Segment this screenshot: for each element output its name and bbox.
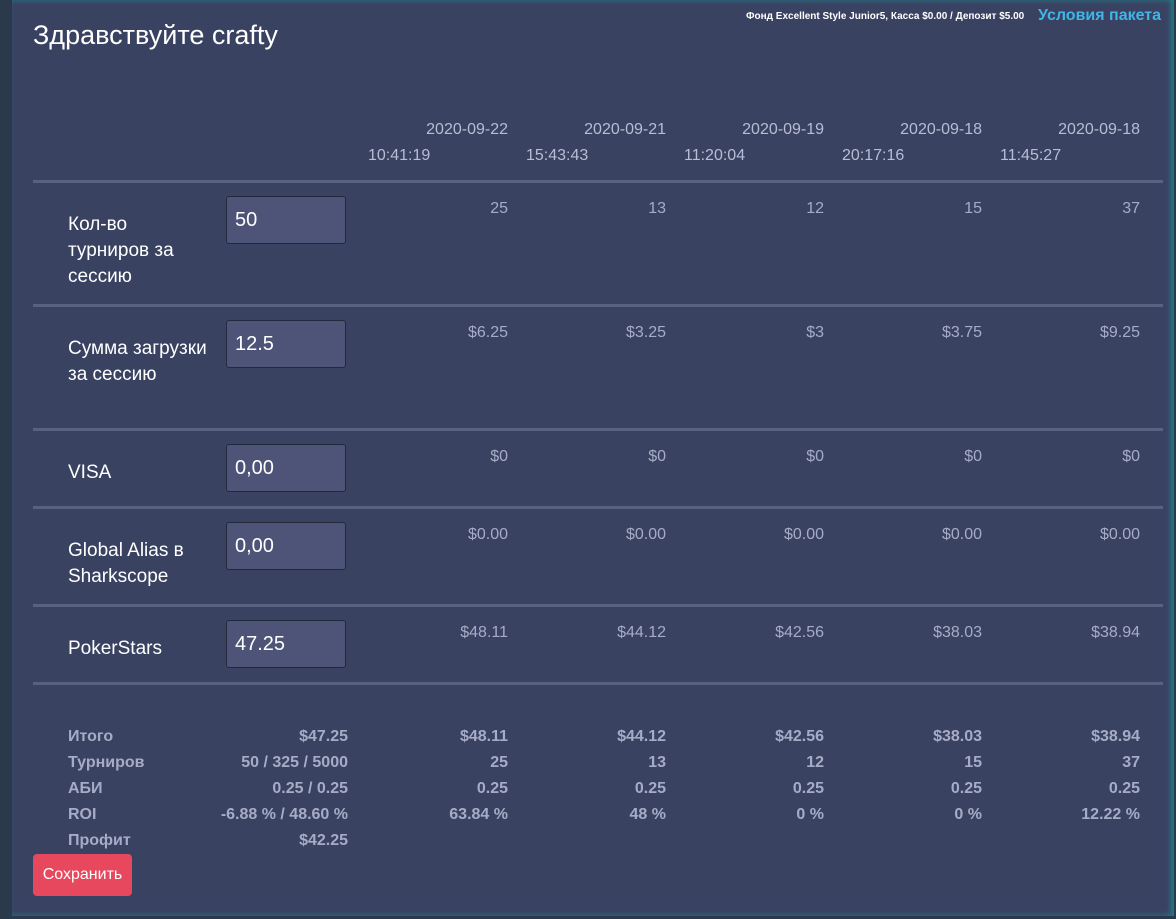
row-divider — [33, 506, 1163, 509]
package-terms-link[interactable]: Условия пакета — [1038, 7, 1161, 25]
time-text: 15:43:43 — [526, 147, 589, 164]
table-cell: $0 — [806, 448, 824, 465]
summary-cell: 12 — [806, 754, 824, 771]
date-column-header: 2020-09-21 15:43:43 — [526, 117, 666, 169]
date-text: 2020-09-18 — [1058, 121, 1140, 138]
time-text: 11:45:27 — [1000, 147, 1062, 164]
summary-total: 0.25 / 0.25 — [272, 780, 348, 797]
summary-cell: 63.84 % — [449, 806, 508, 823]
date-text: 2020-09-19 — [742, 121, 824, 138]
summary-label-tournaments: Турниров — [68, 754, 145, 771]
summary-cell: 12.22 % — [1081, 806, 1140, 823]
row-divider — [33, 682, 1163, 685]
table-cell: 25 — [490, 200, 508, 217]
summary-cell: $48.11 — [459, 728, 508, 745]
summary-total: $42.25 — [299, 832, 348, 849]
table-cell: $42.56 — [775, 624, 824, 641]
row-label-global-alias: Global Alias в Sharkscope — [68, 540, 184, 587]
date-text: 2020-09-21 — [584, 121, 666, 138]
table-cell: $0.00 — [941, 526, 982, 543]
row-divider — [33, 604, 1163, 607]
table-cell: $48.11 — [460, 624, 508, 641]
summary-cell: $42.56 — [775, 728, 824, 745]
date-text: 2020-09-18 — [900, 121, 982, 138]
row-label-visa: VISA — [68, 462, 112, 483]
date-column-header: 2020-09-19 11:20:04 — [684, 117, 824, 169]
summary-cell: 0 % — [954, 806, 982, 823]
summary-total: -6.88 % / 48.60 % — [220, 806, 348, 823]
date-column-header: 2020-09-22 10:41:19 — [368, 117, 508, 169]
table-cell: $3 — [806, 324, 824, 341]
table-cell: 12 — [806, 200, 824, 217]
table-cell: $0.00 — [625, 526, 666, 543]
summary-cell: 13 — [648, 754, 666, 771]
summary-cell: 0.25 — [792, 780, 824, 797]
table-cell: $0 — [648, 448, 666, 465]
summary-label-abi: АБИ — [68, 780, 103, 797]
table-cell: $38.03 — [933, 624, 982, 641]
table-cell: 37 — [1122, 200, 1140, 217]
row-label-load-sum: Сумма загрузки за сессию — [68, 338, 207, 385]
table-cell: $44.12 — [617, 624, 666, 641]
time-text: 10:41:19 — [368, 147, 431, 164]
visa-input[interactable] — [226, 444, 346, 492]
table-cell: $0.00 — [783, 526, 824, 543]
table-cell: $0 — [1122, 448, 1140, 465]
table-cell: $0 — [490, 448, 508, 465]
summary-total: $47.25 — [299, 728, 348, 745]
table-cell: $0 — [964, 448, 982, 465]
summary-cell: 0 % — [796, 806, 824, 823]
summary-cell: $38.94 — [1091, 728, 1140, 745]
table-cell: $9.25 — [1099, 324, 1140, 341]
table-cell: $6.25 — [467, 324, 508, 341]
greeting-title: Здравствуйте crafty — [33, 20, 278, 50]
summary-cell: 0.25 — [634, 780, 666, 797]
save-button[interactable]: Сохранить — [33, 854, 132, 896]
fund-info: Фонд Excellent Style Junior5, Касса $0.0… — [746, 11, 1025, 22]
summary-cell: $38.03 — [933, 728, 982, 745]
table-cell: $0.00 — [1099, 526, 1140, 543]
row-divider — [33, 304, 1163, 307]
summary-cell: 0.25 — [476, 780, 508, 797]
tournaments-input[interactable] — [226, 196, 346, 244]
summary-label-roi: ROI — [68, 806, 97, 823]
row-divider — [33, 428, 1163, 431]
date-text: 2020-09-22 — [426, 121, 508, 138]
time-text: 20:17:16 — [842, 147, 905, 164]
date-column-header: 2020-09-18 20:17:16 — [842, 117, 982, 169]
summary-cell: 15 — [964, 754, 982, 771]
summary-label-total: Итого — [68, 728, 114, 745]
table-cell: $0.00 — [467, 526, 508, 543]
pokerstars-input[interactable] — [226, 620, 346, 668]
summary-cell: 0.25 — [1108, 780, 1140, 797]
load-sum-input[interactable] — [226, 320, 346, 368]
row-label-pokerstars: PokerStars — [68, 638, 162, 659]
summary-cell: 48 % — [629, 806, 666, 823]
date-column-header: 2020-09-18 11:45:27 — [1000, 117, 1140, 169]
row-label-tournaments: Кол-во турниров за сессию — [68, 214, 174, 287]
table-cell: $38.94 — [1091, 624, 1140, 641]
table-cell: 15 — [964, 200, 982, 217]
summary-label-profit: Профит — [68, 832, 131, 849]
global-alias-input[interactable] — [226, 522, 346, 570]
summary-cell: $44.12 — [617, 728, 666, 745]
summary-cell: 25 — [490, 754, 508, 771]
main-panel: Здравствуйте crafty Фонд Excellent Style… — [12, 0, 1174, 916]
table-cell: $3.25 — [625, 324, 666, 341]
time-text: 11:20:04 — [684, 147, 746, 164]
row-divider — [33, 180, 1163, 183]
summary-cell: 37 — [1122, 754, 1140, 771]
summary-cell: 0.25 — [950, 780, 982, 797]
table-cell: 13 — [648, 200, 666, 217]
table-cell: $3.75 — [941, 324, 982, 341]
summary-total: 50 / 325 / 5000 — [241, 754, 348, 771]
